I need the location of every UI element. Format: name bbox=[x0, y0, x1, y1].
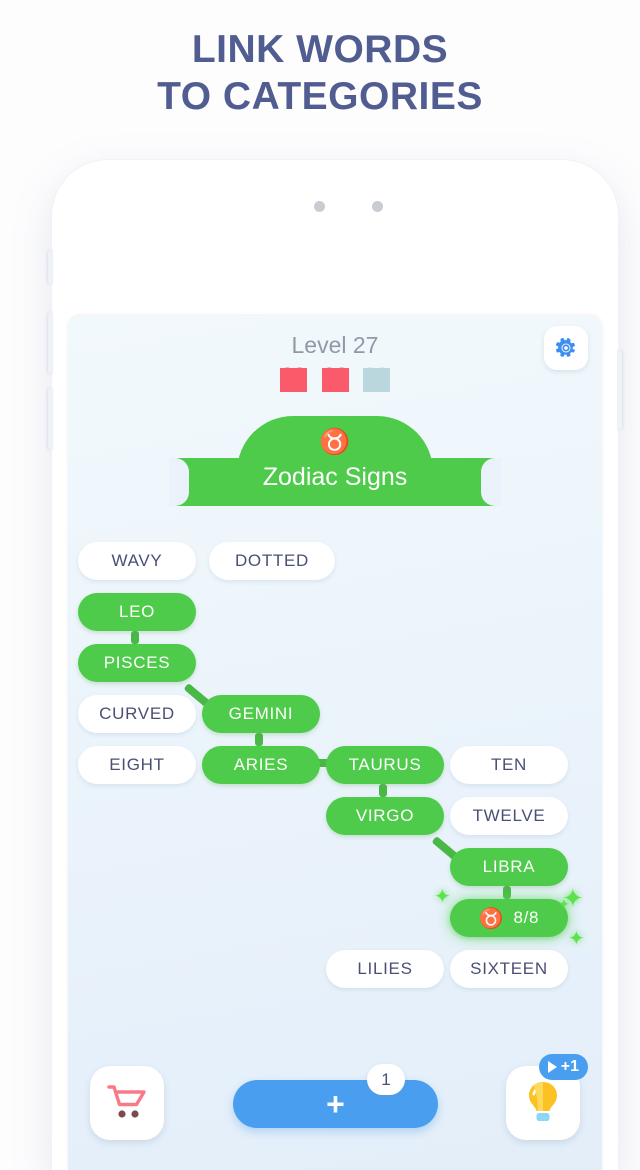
word-chip-twelve[interactable]: TWELVE bbox=[450, 797, 568, 835]
shop-button[interactable] bbox=[90, 1066, 164, 1140]
word-chip-label: SIXTEEN bbox=[470, 959, 548, 978]
phone-volume-down-button bbox=[48, 388, 53, 450]
page-title-line-1: LINK WORDS bbox=[191, 28, 449, 71]
chip-link bbox=[131, 631, 139, 644]
word-chip-label: CURVED bbox=[99, 704, 175, 723]
word-chip-dotted[interactable]: DOTTED bbox=[209, 542, 335, 580]
sparkle-icon: ✦ bbox=[568, 928, 585, 950]
word-chip-taurus[interactable]: TAURUS bbox=[326, 746, 444, 784]
word-chip-label: TEN bbox=[490, 755, 528, 774]
word-chip-gemini[interactable]: GEMINI bbox=[202, 695, 320, 733]
zodiac-symbol-icon: ♉ bbox=[478, 907, 505, 930]
heart-icon-empty bbox=[362, 368, 390, 392]
word-chip-label: TWELVE bbox=[472, 806, 546, 825]
word-chip-ten[interactable]: TEN bbox=[450, 746, 568, 784]
word-chip-lilies[interactable]: LILIES bbox=[326, 950, 444, 988]
bottom-toolbar: + 1 +1 bbox=[68, 1038, 602, 1170]
word-chip-label: WAVY bbox=[111, 551, 163, 570]
shopping-cart-icon bbox=[107, 1085, 146, 1118]
play-icon bbox=[547, 1061, 557, 1073]
category-banner: ♉ Zodiac Signs bbox=[169, 416, 501, 506]
word-chip-label: EIGHT bbox=[109, 755, 165, 774]
word-chip-label: DOTTED bbox=[234, 551, 310, 570]
word-chip-leo[interactable]: LEO bbox=[78, 593, 196, 631]
heart-icon-filled bbox=[280, 368, 308, 392]
chip-link bbox=[379, 784, 387, 797]
word-chip-aries[interactable]: ARIES bbox=[202, 746, 320, 784]
page-title: LINK WORDS TO CATEGORIES bbox=[0, 26, 640, 120]
banner-title: Zodiac Signs bbox=[262, 463, 408, 491]
phone-silent-switch bbox=[48, 250, 53, 284]
gear-icon bbox=[555, 337, 575, 357]
word-chip-label: TAURUS bbox=[348, 755, 422, 774]
lives-indicator bbox=[68, 368, 602, 392]
add-button[interactable]: + bbox=[233, 1080, 438, 1128]
word-chip-label: PISCES bbox=[103, 653, 171, 672]
word-chip-curved[interactable]: CURVED bbox=[78, 695, 196, 733]
word-chip-eight[interactable]: EIGHT bbox=[78, 746, 196, 784]
heart-icon-filled bbox=[321, 368, 349, 392]
word-chip-label: LEO bbox=[118, 602, 156, 621]
phone-volume-up-button bbox=[48, 312, 53, 374]
word-chip-label: LILIES bbox=[357, 959, 413, 978]
game-screen: Level 27 ♉ Zodiac Signs WAVY DOTTED LEO PIS… bbox=[68, 316, 602, 1170]
word-chip-label: LIBRA bbox=[482, 857, 536, 876]
word-grid: WAVY DOTTED LEO PISCES CURVED GEMINI EIGHT ARIE… bbox=[68, 542, 602, 1022]
hint-reward-label: +1 bbox=[560, 1058, 579, 1075]
word-chip-pisces[interactable]: PISCES bbox=[78, 644, 196, 682]
chip-link bbox=[255, 733, 263, 746]
word-chip-sixteen[interactable]: SIXTEEN bbox=[450, 950, 568, 988]
category-progress-chip[interactable]: ♉ 8/8 bbox=[450, 899, 568, 937]
word-chip-label: ARIES bbox=[233, 755, 289, 774]
hint-reward-badge[interactable]: +1 bbox=[538, 1054, 588, 1080]
category-progress-label: 8/8 bbox=[513, 908, 540, 927]
add-button-badge: 1 bbox=[367, 1064, 405, 1095]
phone-sensor-icon bbox=[314, 201, 325, 212]
page-title-line-2: TO CATEGORIES bbox=[157, 75, 483, 118]
banner-zodiac-symbol-icon: ♉ bbox=[319, 428, 351, 456]
word-chip-virgo[interactable]: VIRGO bbox=[326, 797, 444, 835]
phone-camera-icon bbox=[372, 201, 383, 212]
phone-mockup: Level 27 ♉ Zodiac Signs WAVY DOTTED LEO PIS… bbox=[48, 160, 622, 1170]
word-chip-wavy[interactable]: WAVY bbox=[78, 542, 196, 580]
sparkle-icon: ✦ bbox=[562, 883, 584, 913]
word-chip-libra[interactable]: LIBRA bbox=[450, 848, 568, 886]
word-chip-label: VIRGO bbox=[355, 806, 415, 825]
phone-power-button bbox=[617, 350, 622, 430]
add-button-label: + bbox=[326, 1086, 345, 1122]
word-chip-label: GEMINI bbox=[228, 704, 294, 723]
lightbulb-icon bbox=[529, 1082, 557, 1121]
level-label: Level 27 bbox=[291, 332, 379, 358]
chip-link bbox=[503, 886, 511, 899]
sparkle-icon: ✦ bbox=[434, 886, 451, 908]
settings-button[interactable] bbox=[544, 326, 588, 370]
